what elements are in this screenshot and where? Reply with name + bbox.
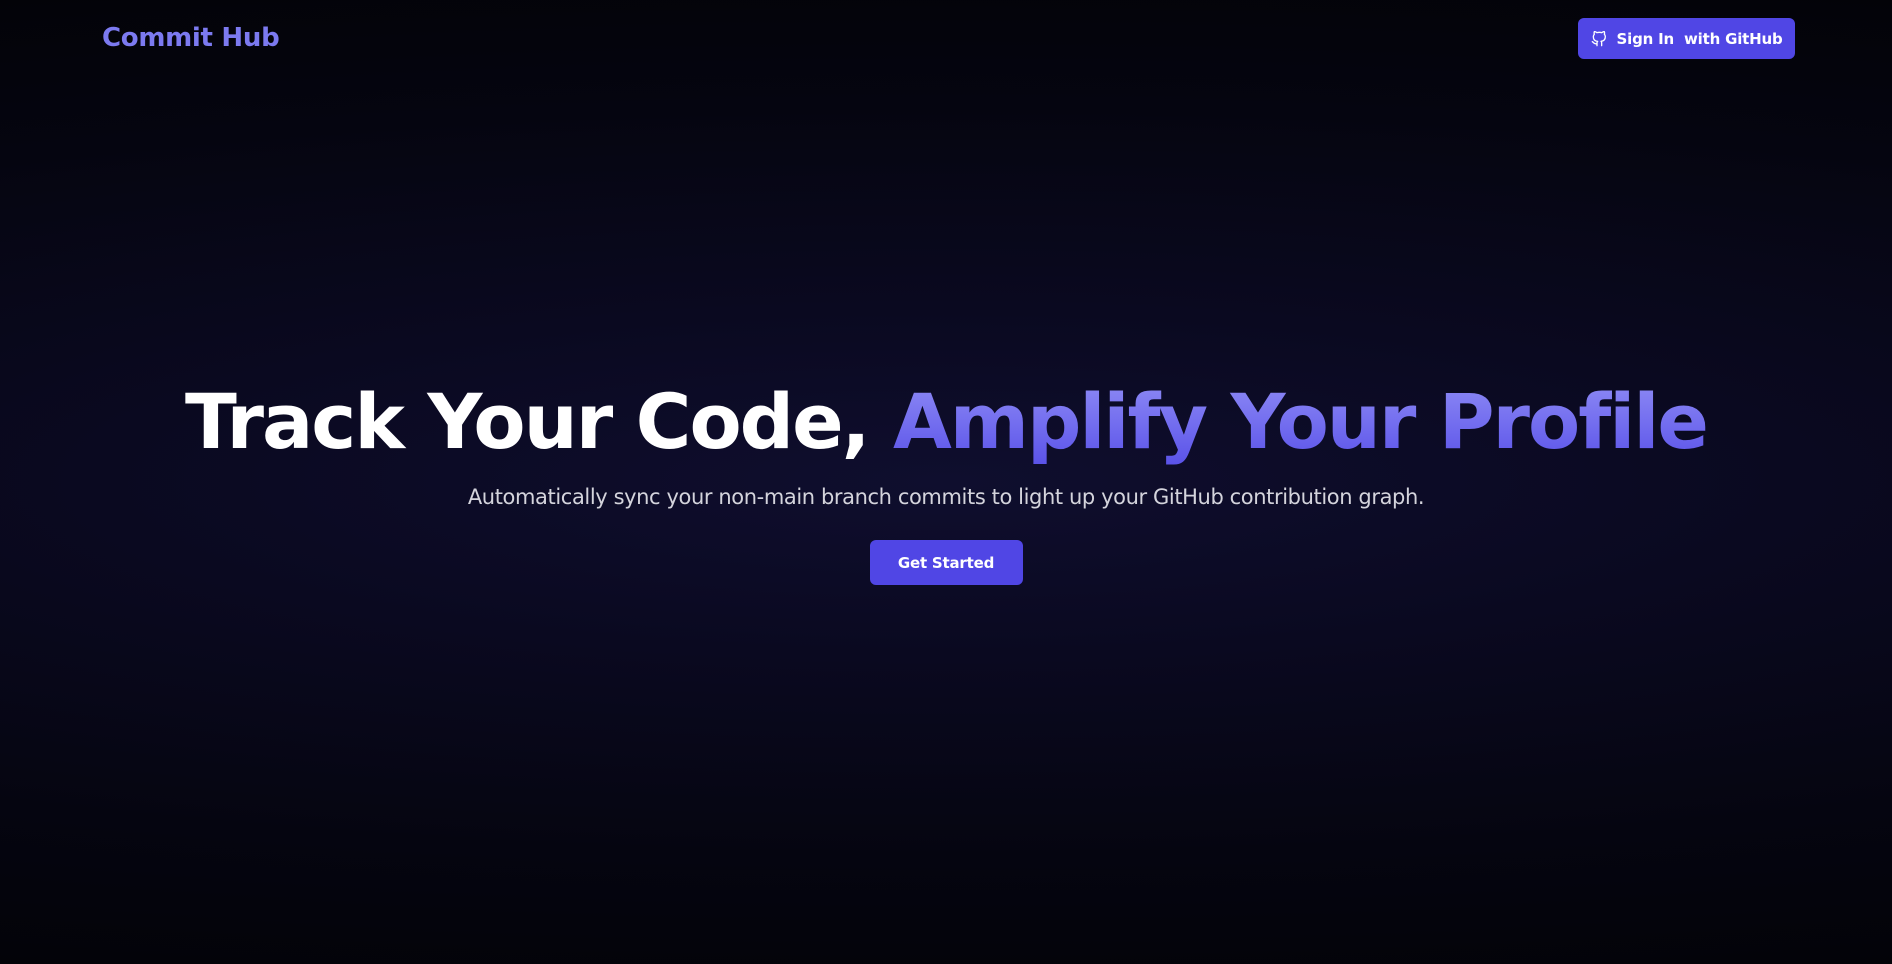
signin-button-label: Sign In with GitHub (1616, 29, 1783, 48)
hero-section: Track Your Code, Amplify Your Profile Au… (0, 372, 1892, 585)
github-icon (1591, 30, 1607, 48)
brand-logo[interactable]: Commit Hub (102, 20, 280, 56)
top-navbar: Commit Hub Sign In with GitHub (0, 0, 1892, 78)
signin-with-github-button[interactable]: Sign In with GitHub (1578, 18, 1795, 59)
get-started-button[interactable]: Get Started (869, 540, 1023, 585)
headline-accent-text: Amplify Your Profile (892, 377, 1709, 466)
hero-subtitle: Automatically sync your non-main branch … (467, 485, 1425, 509)
headline-plain-text: Track Your Code, (185, 377, 893, 466)
hero-headline: Track Your Code, Amplify Your Profile (0, 372, 1892, 472)
